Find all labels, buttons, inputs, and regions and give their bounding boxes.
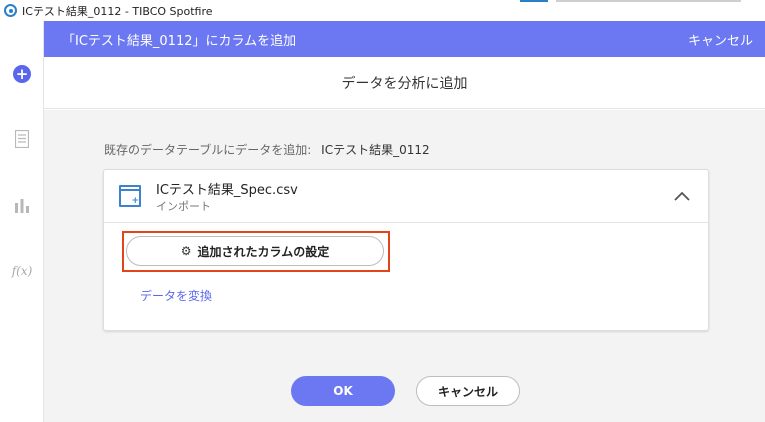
cancel-button[interactable]: キャンセル xyxy=(416,376,520,406)
sidebar-item-add[interactable]: + xyxy=(0,65,44,83)
spotfire-app-icon xyxy=(4,4,17,17)
subheader-title: データを分析に追加 xyxy=(341,75,468,92)
dialog-title: 「ICテスト結果_0112」にカラムを追加 xyxy=(62,33,297,49)
dialog-header: 「ICテスト結果_0112」にカラムを追加 キャンセル xyxy=(44,21,765,57)
data-table-icon xyxy=(15,130,29,148)
sidebar: + f(x) xyxy=(0,21,44,422)
sidebar-item-visualizations[interactable] xyxy=(0,197,44,213)
source-file-name: ICテスト結果_Spec.csv xyxy=(156,183,298,198)
add-columns-file-icon xyxy=(119,185,141,207)
chevron-up-icon[interactable] xyxy=(670,184,694,208)
function-icon: f(x) xyxy=(11,264,33,278)
sidebar-item-functions[interactable]: f(x) xyxy=(0,264,44,278)
existing-table-name: ICテスト結果_0112 xyxy=(321,143,430,157)
transform-data-link[interactable]: データを変換 xyxy=(140,287,212,304)
data-source-card-header[interactable]: ICテスト結果_Spec.csv インポート xyxy=(104,170,708,223)
data-source-card: ICテスト結果_Spec.csv インポート ⚙ 追加されたカラムの設定 データ… xyxy=(103,169,709,331)
ok-button[interactable]: OK xyxy=(291,376,395,406)
sidebar-item-data[interactable] xyxy=(0,130,44,148)
source-file-sublabel: インポート xyxy=(156,200,211,213)
subheader: データを分析に追加 xyxy=(44,57,765,109)
existing-table-text: 既存のデータテーブルにデータを追加: xyxy=(104,143,312,157)
header-cancel-link[interactable]: キャンセル xyxy=(688,30,753,49)
titlebar-accent-strip xyxy=(520,0,548,2)
main-content: 既存のデータテーブルにデータを追加: ICテスト結果_0112 ICテスト結果_… xyxy=(44,110,765,422)
highlight-box xyxy=(122,231,390,272)
add-circle-icon: + xyxy=(13,65,31,83)
bar-chart-icon xyxy=(15,199,29,213)
existing-table-label: 既存のデータテーブルにデータを追加: ICテスト結果_0112 xyxy=(104,141,430,158)
titlebar-grey-strip xyxy=(556,0,741,2)
window-title: ICテスト結果_0112 - TIBCO Spotfire xyxy=(22,4,213,18)
window-titlebar: ICテスト結果_0112 - TIBCO Spotfire xyxy=(0,0,765,21)
